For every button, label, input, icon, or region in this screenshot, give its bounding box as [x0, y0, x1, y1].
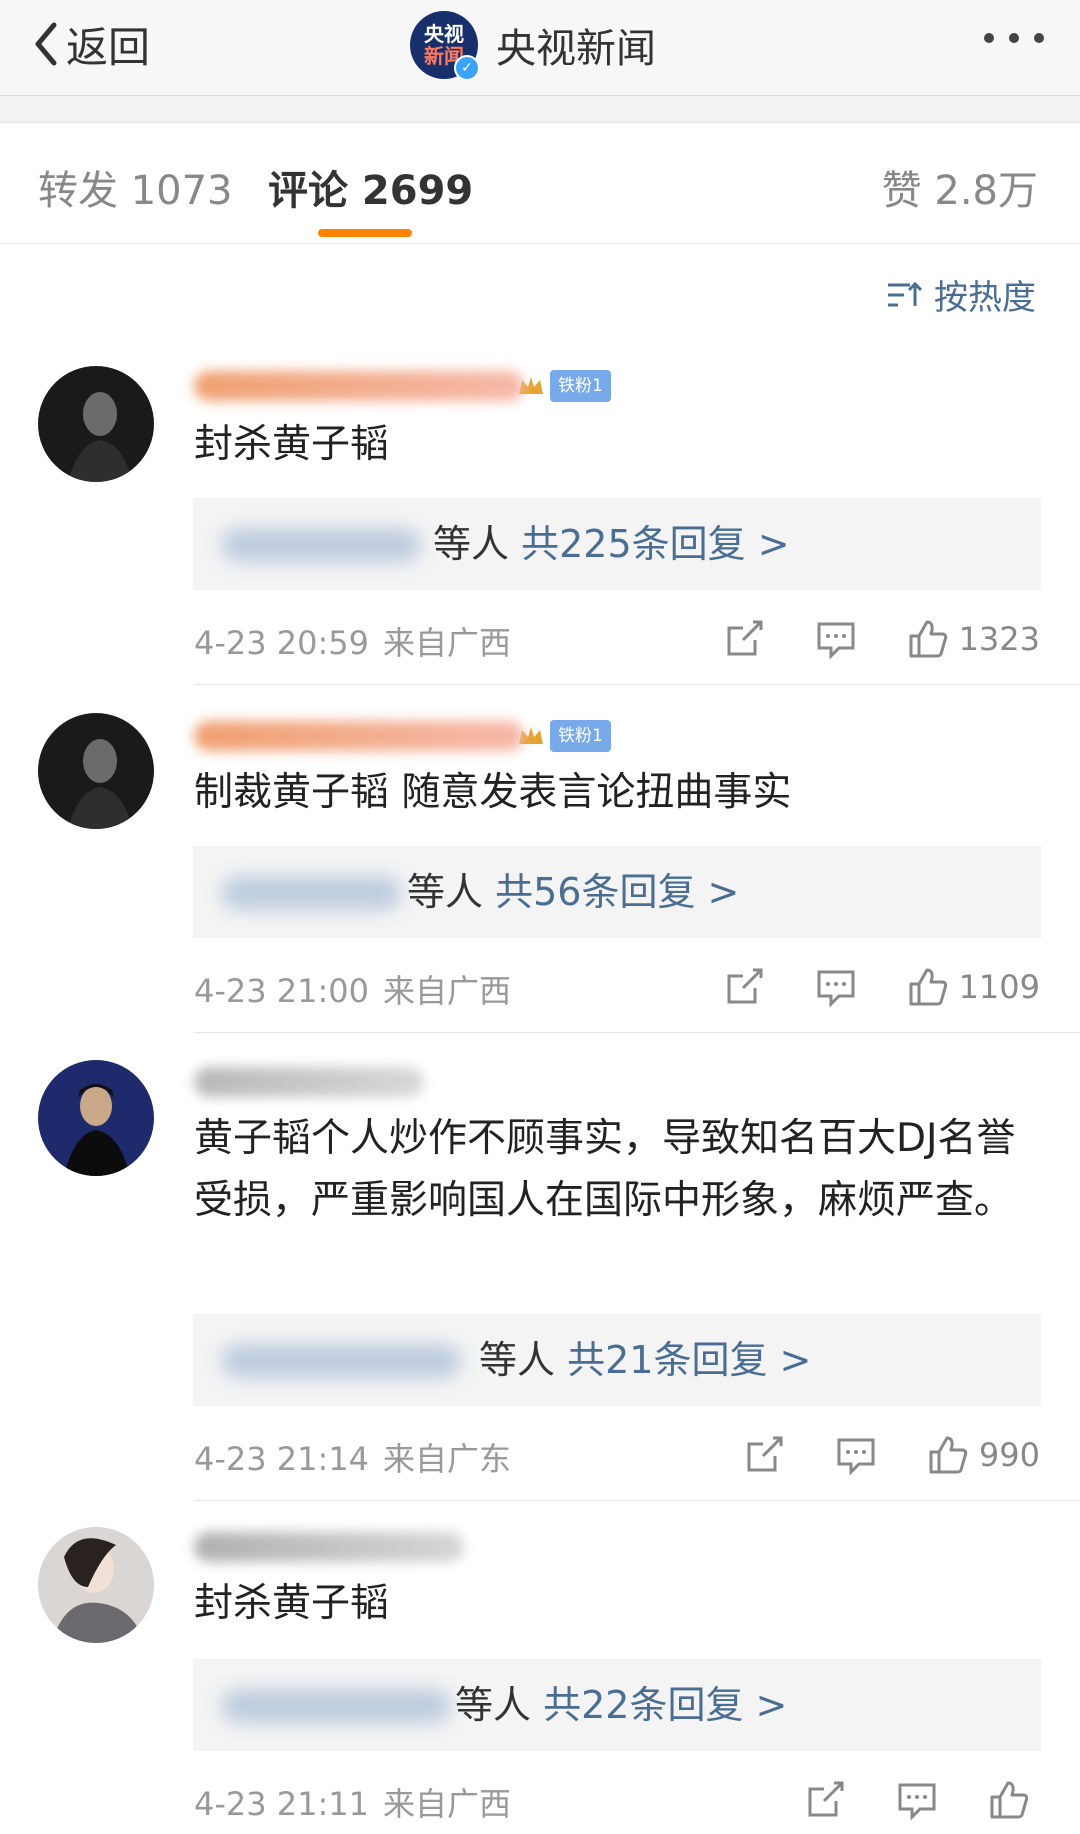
comment-divider — [194, 684, 1080, 685]
share-icon — [747, 1436, 783, 1472]
replies-suffix: 等人 — [433, 522, 510, 566]
verified-icon: ✓ — [454, 55, 480, 81]
account-avatar: 央视 新闻 ✓ — [410, 11, 480, 81]
avatar[interactable] — [38, 1527, 154, 1643]
avatar[interactable] — [38, 1060, 154, 1176]
like-button[interactable] — [988, 1779, 1040, 1821]
chevron-left-icon — [35, 22, 57, 66]
comment-actions: 1323 — [723, 614, 1040, 664]
comment-text: 封杀黄子韬 — [194, 1581, 390, 1626]
sort-by-hot-button[interactable]: 按热度 — [886, 270, 1036, 319]
replies-suffix: 等人 — [479, 1338, 556, 1382]
fan-badge: 铁粉1 — [550, 720, 611, 752]
tab-like[interactable]: 赞 2.8万 — [882, 158, 1038, 216]
tab-comment[interactable]: 评论 2699 — [268, 158, 473, 216]
avatar[interactable] — [38, 366, 154, 482]
tab-bar: 转发 1073 评论 2699 赞 2.8万 — [0, 123, 1080, 244]
replies-count-link[interactable]: 共22条回复 > — [543, 1683, 787, 1727]
like-button[interactable]: 990 — [927, 1434, 1040, 1476]
comment-meta: 4-23 21:14 来自广东 — [194, 1434, 525, 1480]
share-button[interactable] — [804, 1779, 846, 1821]
active-tab-indicator — [318, 229, 412, 237]
comment-time: 4-23 21:14 — [194, 1440, 370, 1478]
page-title: 央视新闻 — [496, 26, 656, 72]
replies-suffix: 等人 — [407, 870, 484, 914]
comment-actions — [804, 1775, 1040, 1825]
reply-button[interactable] — [815, 618, 857, 660]
comment-location: 来自广西 — [383, 624, 512, 662]
sort-label: 按热度 — [934, 278, 1036, 318]
comment-actions: 1109 — [723, 962, 1040, 1012]
comment-time: 4-23 21:11 — [194, 1785, 370, 1823]
comment-location: 来自广东 — [383, 1440, 512, 1478]
comment-location: 来自广西 — [383, 1785, 512, 1823]
comment-divider — [194, 1500, 1080, 1501]
sort-icon — [888, 281, 922, 306]
like-button[interactable]: 1323 — [907, 618, 1040, 660]
reply-button[interactable] — [835, 1434, 877, 1476]
share-icon — [727, 620, 763, 656]
comment-bubble-icon — [817, 970, 855, 1008]
logo-text-line1: 央视 — [424, 22, 464, 46]
avatar-image — [38, 366, 154, 482]
comment-actions: 990 — [743, 1430, 1040, 1480]
account-header[interactable]: 央视 新闻 ✓ 央视新闻 — [410, 10, 656, 81]
like-count: 1323 — [958, 620, 1040, 658]
fan-badge: 铁粉1 — [550, 370, 611, 402]
replies-preview[interactable]: 等人 共22条回复 > — [193, 1659, 1041, 1751]
header-divider-strip — [0, 96, 1080, 123]
thumbs-up-icon — [929, 1436, 968, 1474]
top-nav-bar: 返回 央视 新闻 ✓ 央视新闻 — [0, 0, 1080, 96]
comment-bubble-icon — [898, 1783, 936, 1821]
username[interactable]: 铁粉1 — [194, 714, 611, 758]
comment-bubble-icon — [837, 1438, 875, 1476]
comment-divider — [194, 1032, 1080, 1033]
share-button[interactable] — [723, 966, 765, 1008]
comment-bubble-icon — [817, 622, 855, 660]
reply-button[interactable] — [815, 966, 857, 1008]
thumbs-up-icon — [909, 968, 947, 1006]
avatar-image — [38, 713, 154, 829]
replies-suffix: 等人 — [455, 1683, 532, 1727]
replies-count-link[interactable]: 共21条回复 > — [567, 1338, 811, 1382]
like-count: 1109 — [958, 968, 1040, 1006]
comment-text: 制裁黄子韬 随意发表言论扭曲事实 — [194, 770, 792, 815]
replies-count-link[interactable]: 共225条回复 > — [521, 522, 789, 566]
share-button[interactable] — [723, 618, 765, 660]
username[interactable]: 铁粉1 — [194, 364, 611, 408]
comment-time: 4-23 21:00 — [194, 972, 370, 1010]
comment-meta: 4-23 21:00 来自广西 — [194, 966, 525, 1012]
reply-button[interactable] — [896, 1779, 938, 1821]
comment-text: 封杀黄子韬 — [194, 422, 390, 467]
more-options-icon[interactable] — [984, 28, 1044, 48]
thumbs-up-icon — [909, 620, 947, 658]
back-label: 返回 — [66, 22, 151, 72]
replies-preview[interactable]: 等人 共56条回复 > — [193, 846, 1041, 938]
share-button[interactable] — [743, 1434, 785, 1476]
comment-location: 来自广西 — [383, 972, 512, 1010]
avatar[interactable] — [38, 713, 154, 829]
avatar-image — [38, 1060, 154, 1176]
username[interactable] — [194, 1525, 464, 1569]
comment-time: 4-23 20:59 — [194, 624, 370, 662]
username[interactable] — [194, 1060, 424, 1104]
comment-meta: 4-23 20:59 来自广西 — [194, 618, 525, 664]
like-button[interactable]: 1109 — [907, 966, 1040, 1008]
back-button[interactable]: 返回 — [30, 14, 150, 74]
share-icon — [808, 1781, 844, 1817]
thumbs-up-icon — [990, 1781, 1029, 1819]
comment-text: 黄子韬个人炒作不顾事实，导致知名百大DJ名誉受损，严重影响国人在国际中形象，麻烦… — [194, 1116, 1016, 1223]
replies-count-link[interactable]: 共56条回复 > — [495, 870, 739, 914]
replies-preview[interactable]: 等人 共21条回复 > — [193, 1314, 1041, 1406]
avatar-image — [38, 1527, 154, 1643]
replies-preview[interactable]: 等人 共225条回复 > — [193, 498, 1041, 590]
share-icon — [727, 968, 763, 1004]
tab-repost[interactable]: 转发 1073 — [38, 158, 233, 216]
comment-meta: 4-23 21:11 来自广西 — [194, 1779, 525, 1825]
like-count: 990 — [978, 1436, 1040, 1474]
